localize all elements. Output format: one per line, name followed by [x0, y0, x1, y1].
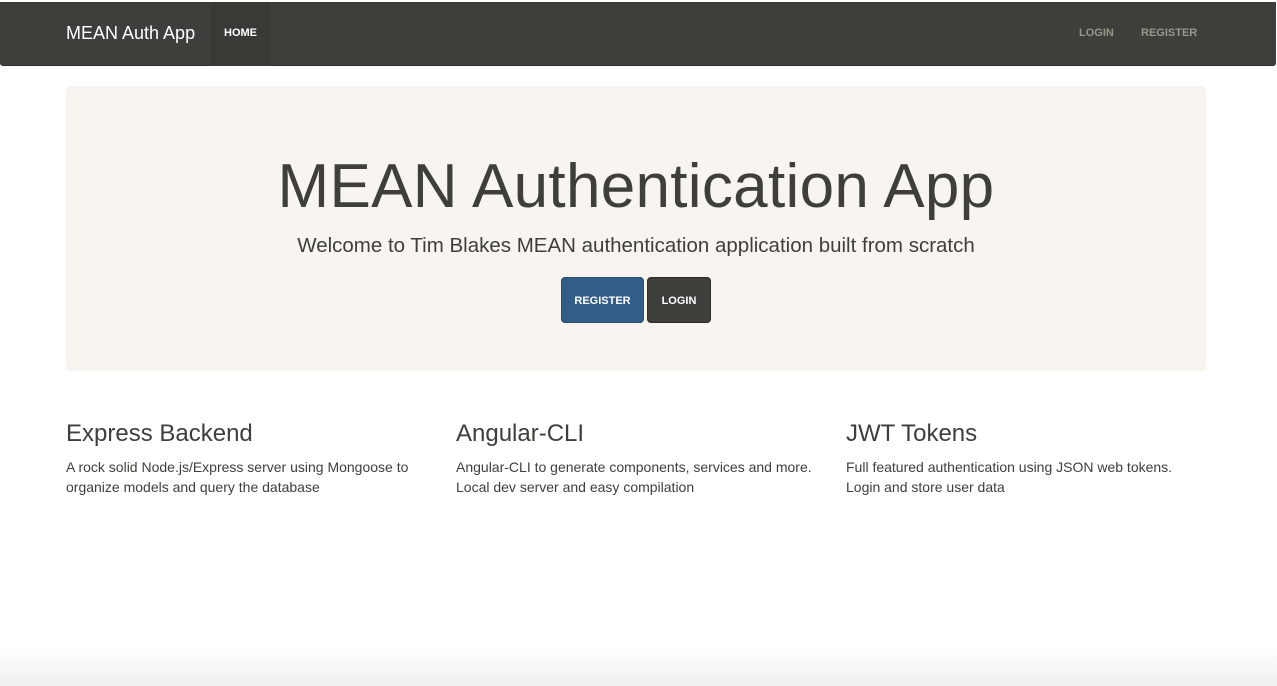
nav-home-link[interactable]: HOME [211, 2, 270, 66]
feature-description: Full featured authentication using JSON … [846, 459, 1173, 495]
jumbotron: MEAN Authentication App Welcome to Tim B… [66, 86, 1206, 371]
feature-description: A rock solid Node.js/Express server usin… [66, 459, 409, 495]
login-button[interactable]: LOGIN [647, 277, 711, 323]
feature-angular-cli: Angular-CLI Angular-CLI to generate comp… [456, 419, 826, 497]
navbar: MEAN Auth App HOME LOGIN REGISTER [0, 2, 1276, 66]
feature-description: Angular-CLI to generate components, serv… [456, 459, 812, 495]
feature-jwt-tokens: JWT Tokens Full featured authentication … [846, 419, 1216, 497]
register-button[interactable]: REGISTER [561, 277, 644, 323]
welcome-text: Welcome to Tim Blakes MEAN authenticatio… [297, 234, 975, 257]
nav-login-link[interactable]: LOGIN [1079, 2, 1114, 66]
nav-register-link[interactable]: REGISTER [1141, 2, 1197, 66]
page-title: MEAN Authentication App [277, 152, 995, 221]
navbar-brand[interactable]: MEAN Auth App [66, 2, 195, 66]
feature-title: JWT Tokens [846, 420, 978, 447]
feature-express-backend: Express Backend A rock solid Node.js/Exp… [66, 419, 436, 497]
feature-title: Express Backend [66, 420, 253, 447]
bottom-shadow [0, 646, 1277, 686]
feature-title: Angular-CLI [456, 420, 585, 447]
jumbotron-actions: REGISTER LOGIN [66, 277, 1206, 323]
